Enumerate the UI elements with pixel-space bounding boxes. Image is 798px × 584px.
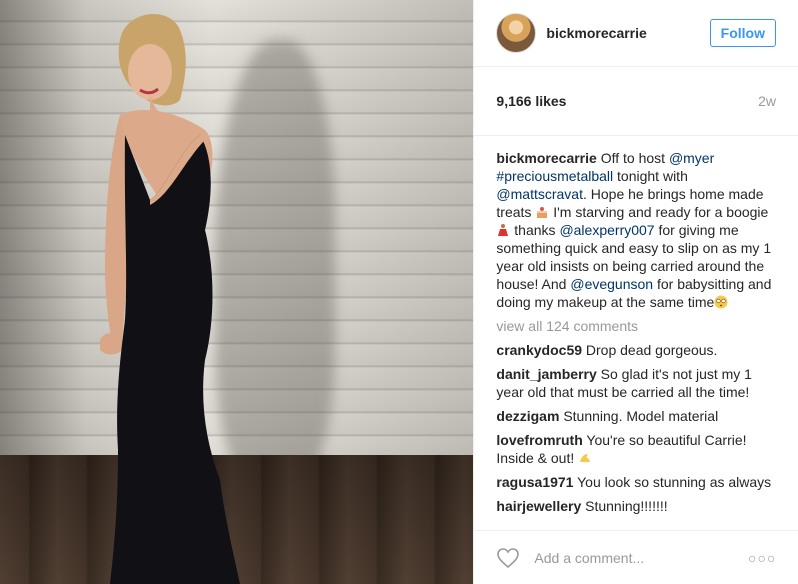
muscle-emoji: [580, 454, 591, 462]
comment-item: danit_jamberry So glad it's not just my …: [496, 366, 752, 400]
mention-link[interactable]: @mattscravat: [496, 186, 583, 202]
more-options-icon[interactable]: ○○○: [748, 550, 776, 566]
comment-username[interactable]: hairjewellery: [496, 498, 581, 514]
instagram-post: bickmorecarrie Follow 9,166 likes 2w bic…: [0, 0, 798, 584]
caption: bickmorecarrie Off to host @myer #precio…: [496, 150, 772, 310]
likes-row: 9,166 likes 2w: [474, 67, 798, 136]
comment-username[interactable]: danit_jamberry: [496, 366, 596, 382]
comment-username[interactable]: lovefromruth: [496, 432, 582, 448]
flushed-face-emoji: [714, 295, 728, 309]
add-comment-input[interactable]: [532, 548, 749, 567]
avatar[interactable]: [496, 13, 537, 53]
mention-link[interactable]: @alexperry007: [559, 222, 654, 238]
post-photo[interactable]: [0, 0, 474, 584]
comment-item: dezzigam Stunning. Model material: [496, 408, 719, 424]
dancer-emoji: [498, 224, 509, 236]
post-sidebar: bickmorecarrie Follow 9,166 likes 2w bic…: [473, 0, 798, 584]
likes-count[interactable]: 9,166 likes: [496, 93, 566, 109]
comment-composer: ○○○: [474, 530, 798, 584]
mention-link[interactable]: @evegunson: [570, 276, 653, 292]
comment-username[interactable]: dezzigam: [496, 408, 559, 424]
hashtag-link[interactable]: #preciousmetalball: [496, 168, 613, 184]
comment-item: lovefromruth You're so beautiful Carrie!…: [496, 432, 747, 466]
mention-link[interactable]: @myer: [669, 150, 714, 166]
woman-in-black-gown: [100, 13, 240, 584]
comment-item: hairjewellery Stunning!!!!!!!: [496, 498, 668, 514]
comments-section: bickmorecarrie Off to host @myer #precio…: [474, 136, 798, 524]
comment-item: crankydoc59 Drop dead gorgeous.: [496, 342, 718, 358]
post-age[interactable]: 2w: [758, 93, 776, 109]
follow-button[interactable]: Follow: [709, 19, 776, 47]
caption-username[interactable]: bickmorecarrie: [496, 150, 596, 166]
cake-emoji: [537, 207, 548, 218]
comment-username[interactable]: ragusa1971: [496, 474, 573, 490]
comment-username[interactable]: crankydoc59: [496, 342, 582, 358]
post-username[interactable]: bickmorecarrie: [546, 25, 709, 41]
heart-icon[interactable]: [496, 547, 520, 569]
comment-item: ragusa1971 You look so stunning as alway…: [496, 474, 772, 490]
view-all-comments-link[interactable]: view all 124 comments: [496, 317, 776, 335]
post-header: bickmorecarrie Follow: [474, 0, 798, 67]
